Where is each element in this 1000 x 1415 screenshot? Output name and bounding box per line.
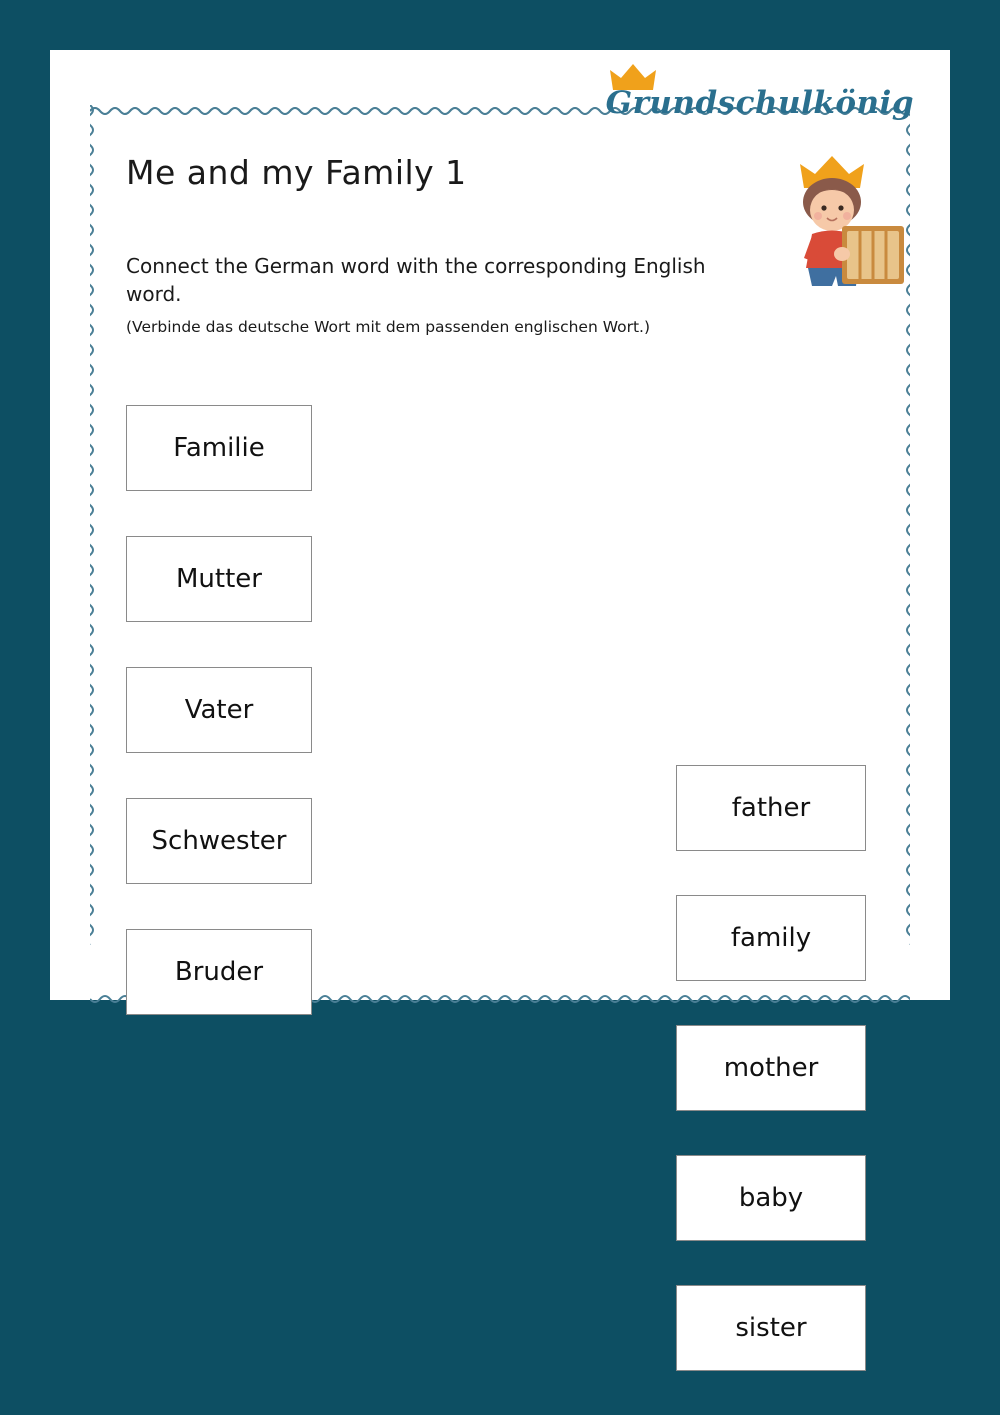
german-word-box[interactable]: Familie [126, 405, 312, 491]
english-word-column: father family mother baby sister [676, 765, 866, 1415]
english-word-box[interactable]: father [676, 765, 866, 851]
german-word-box[interactable]: Schwester [126, 798, 312, 884]
english-word-box[interactable]: family [676, 895, 866, 981]
worksheet-page: Grundschulkönig Me and my Family 1 Conne… [50, 50, 950, 1371]
mascot-illustration [800, 156, 904, 286]
logo: Grundschulkönig [574, 64, 914, 119]
instruction-english: Connect the German word with the corresp… [126, 254, 706, 306]
german-word-column: Familie Mutter Vater Schwester Bruder [126, 405, 312, 1060]
english-word-box[interactable]: baby [676, 1155, 866, 1241]
german-word-box[interactable]: Mutter [126, 536, 312, 622]
english-word-box[interactable]: mother [676, 1025, 866, 1111]
english-word-box[interactable]: sister [676, 1285, 866, 1371]
german-word-box[interactable]: Bruder [126, 929, 312, 1015]
page-title: Me and my Family 1 [126, 153, 467, 192]
german-word-box[interactable]: Vater [126, 667, 312, 753]
instruction-german: (Verbinde das deutsche Wort mit dem pass… [126, 318, 651, 336]
crown-icon [610, 64, 656, 90]
